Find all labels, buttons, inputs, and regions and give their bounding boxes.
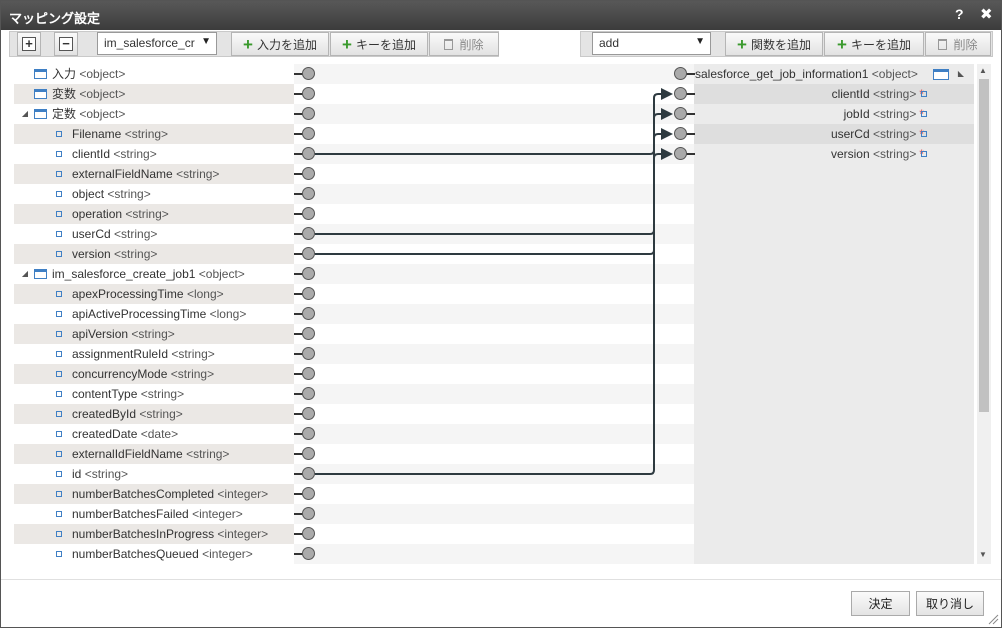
trash-icon	[444, 38, 454, 50]
plus-icon: +	[342, 34, 352, 54]
mapping-line[interactable]	[315, 153, 661, 255]
arrowhead-icon	[661, 148, 673, 160]
trash-icon	[938, 38, 948, 50]
plus-icon: +	[243, 34, 253, 54]
mapping-line[interactable]	[315, 93, 661, 155]
toolbar: + − im_salesforce_cr ▼ + 入力を追加 + キーを追加 削…	[9, 31, 993, 57]
mapping-settings-dialog: マッピング設定 ? ✖ + − im_salesforce_cr ▼ + 入力を…	[0, 0, 1002, 628]
delete-right-label: 削除	[953, 37, 978, 52]
add-input-button[interactable]: + 入力を追加	[231, 32, 329, 56]
collapse-icon: −	[59, 37, 73, 51]
ok-button[interactable]: 決定	[851, 591, 910, 616]
scroll-up-icon[interactable]: ▲	[979, 66, 987, 75]
add-function-label: 関数を追加	[750, 37, 811, 52]
expand-icon: +	[22, 37, 36, 51]
add-function-button[interactable]: + 関数を追加	[725, 32, 823, 56]
dialog-titlebar[interactable]: マッピング設定 ? ✖	[1, 1, 1001, 30]
footer-divider	[1, 579, 1001, 580]
expand-all-button[interactable]: +	[17, 32, 41, 56]
source-select[interactable]: im_salesforce_cr ▼	[97, 32, 217, 55]
resize-grip-icon[interactable]	[987, 613, 999, 625]
function-select-value: add	[599, 36, 620, 50]
add-key-left-label: キーを追加	[355, 37, 416, 52]
add-input-label: 入力を追加	[256, 37, 317, 52]
plus-icon: +	[737, 34, 747, 54]
close-icon[interactable]: ✖	[980, 5, 993, 23]
scroll-down-icon[interactable]: ▼	[979, 550, 987, 559]
delete-right-button[interactable]: 削除	[925, 32, 991, 56]
delete-left-label: 削除	[459, 37, 484, 52]
chevron-down-icon: ▼	[695, 36, 705, 47]
add-key-left-button[interactable]: + キーを追加	[330, 32, 428, 56]
vertical-scrollbar[interactable]: ▲ ▼	[977, 64, 991, 564]
add-key-right-label: キーを追加	[850, 37, 911, 52]
function-select[interactable]: add ▼	[592, 32, 711, 55]
arrowhead-icon	[661, 128, 673, 140]
arrowhead-icon	[661, 108, 673, 120]
add-key-right-button[interactable]: + キーを追加	[824, 32, 924, 56]
mapping-area: 入力 <object> 変数 <object> ◢ 定数 <object> Filena…	[14, 64, 974, 564]
source-select-value: im_salesforce_cr	[104, 36, 195, 50]
collapse-all-button[interactable]: −	[54, 32, 78, 56]
mapping-line[interactable]	[315, 113, 661, 475]
chevron-down-icon: ▼	[201, 36, 211, 47]
arrowhead-icon	[661, 88, 673, 100]
cancel-button[interactable]: 取り消し	[916, 591, 984, 616]
mapping-line[interactable]	[315, 133, 661, 235]
mapping-wires	[315, 88, 673, 475]
delete-left-button[interactable]: 削除	[429, 32, 499, 56]
help-icon[interactable]: ?	[955, 6, 964, 22]
plus-icon: +	[837, 34, 847, 54]
scrollbar-thumb[interactable]	[979, 79, 989, 412]
dialog-title: マッピング設定	[9, 11, 101, 26]
